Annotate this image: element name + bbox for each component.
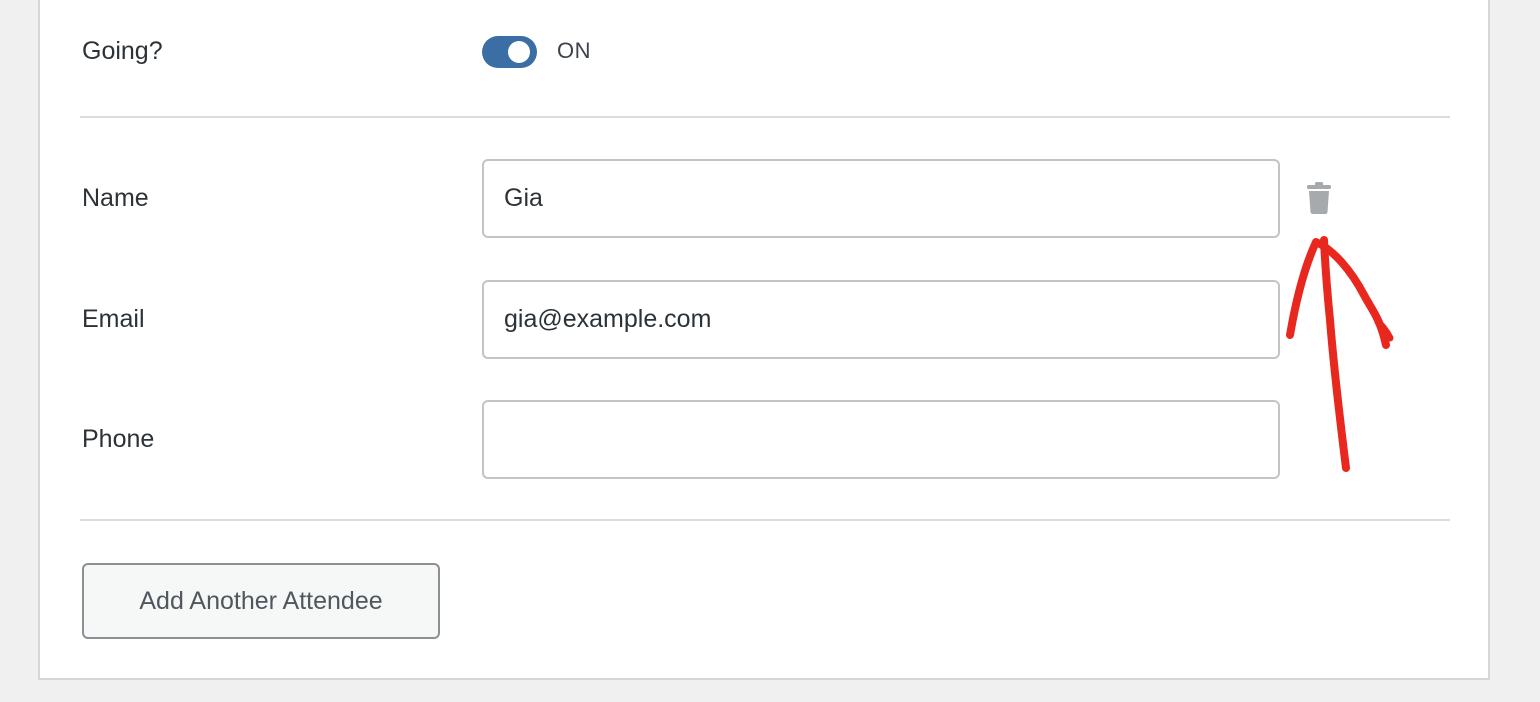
email-label: Email xyxy=(82,305,145,333)
trash-icon xyxy=(1307,182,1331,214)
toggle-knob xyxy=(508,41,530,63)
attendee-form-panel: Going? ON Name Email Phone Add Another A… xyxy=(38,0,1490,680)
name-label: Name xyxy=(82,184,149,212)
divider-bottom xyxy=(80,519,1450,521)
going-toggle[interactable] xyxy=(482,36,537,68)
phone-label: Phone xyxy=(82,425,155,453)
delete-attendee-button[interactable] xyxy=(1304,181,1334,215)
going-label: Going? xyxy=(82,37,163,65)
phone-input[interactable] xyxy=(482,400,1280,479)
add-another-attendee-button[interactable]: Add Another Attendee xyxy=(82,563,440,639)
email-input[interactable] xyxy=(482,280,1280,359)
divider-top xyxy=(80,116,1450,118)
toggle-state-text: ON xyxy=(557,38,591,63)
name-input[interactable] xyxy=(482,159,1280,238)
